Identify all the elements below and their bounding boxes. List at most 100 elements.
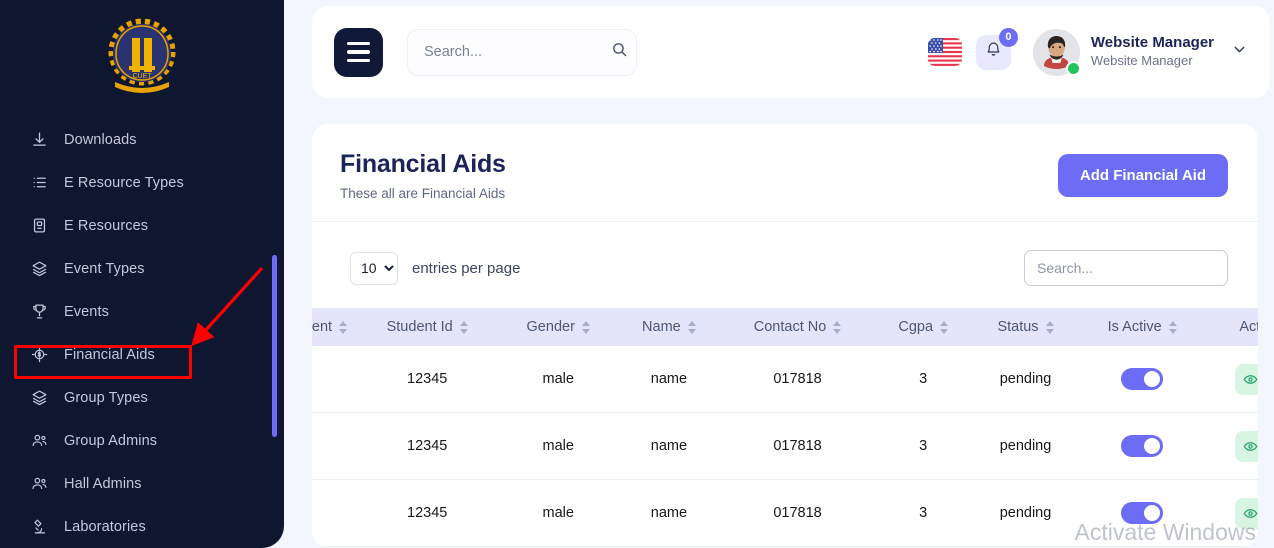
notifications-button[interactable]: 0 xyxy=(976,35,1011,70)
cell-name: name xyxy=(617,413,720,480)
sidebar-logo[interactable]: CUET xyxy=(0,0,284,118)
eye-icon xyxy=(1243,372,1258,387)
user-role: Website Manager xyxy=(1091,53,1214,70)
sidebar-item-label: Financial Aids xyxy=(64,347,155,363)
cell-name: name xyxy=(617,480,720,547)
card-header: Financial Aids These all are Financial A… xyxy=(312,124,1258,222)
cell-status: pending xyxy=(972,413,1079,480)
column-header-student-id[interactable]: Student Id xyxy=(355,308,499,346)
layers-icon xyxy=(30,260,48,278)
is-active-toggle[interactable] xyxy=(1121,368,1163,390)
sort-icon[interactable] xyxy=(460,321,468,334)
bell-icon xyxy=(985,41,1002,63)
cell-actions xyxy=(1205,413,1258,480)
view-row-button[interactable] xyxy=(1235,431,1258,462)
column-label: Cgpa xyxy=(898,319,933,335)
cell-contact-no: 017818 xyxy=(721,480,875,547)
cell-gender: male xyxy=(499,346,617,413)
column-header-department[interactable]: artment xyxy=(312,308,355,346)
cell-is-active xyxy=(1079,346,1205,413)
column-header-is-active[interactable]: Is Active xyxy=(1079,308,1205,346)
eye-icon xyxy=(1243,506,1258,521)
sidebar-item-laboratories[interactable]: Laboratories xyxy=(0,505,284,548)
table-scroll-container[interactable]: artment Student Id Gender Name Contact N… xyxy=(312,308,1258,547)
column-label: Is Active xyxy=(1108,319,1162,335)
app-root: CUET Downloads E Resource Types xyxy=(0,0,1274,548)
avatar[interactable] xyxy=(1033,29,1080,76)
sidebar-item-group-admins[interactable]: Group Admins xyxy=(0,419,284,462)
table-head: artment Student Id Gender Name Contact N… xyxy=(312,308,1258,346)
column-header-contact-no[interactable]: Contact No xyxy=(721,308,875,346)
add-financial-aid-button[interactable]: Add Financial Aid xyxy=(1058,154,1228,197)
sidebar-scrollbar[interactable] xyxy=(276,0,281,548)
cuet-crest-icon: CUET xyxy=(105,16,179,102)
dollar-target-icon xyxy=(30,346,48,364)
sidebar-item-e-resources[interactable]: E Resources xyxy=(0,204,284,247)
column-header-status[interactable]: Status xyxy=(972,308,1079,346)
is-active-toggle[interactable] xyxy=(1121,435,1163,457)
card-title-group: Financial Aids These all are Financial A… xyxy=(340,150,506,201)
hamburger-icon[interactable] xyxy=(334,28,383,77)
table-row[interactable]: 12345 male name 017818 3 pending xyxy=(312,346,1258,413)
chevron-down-icon[interactable] xyxy=(1231,41,1248,63)
sidebar-item-downloads[interactable]: Downloads xyxy=(0,118,284,161)
user-menu[interactable]: Website Manager Website Manager xyxy=(1033,29,1248,76)
sidebar-item-financial-aids[interactable]: Financial Aids xyxy=(0,333,284,376)
column-label: artment xyxy=(312,319,332,335)
view-row-button[interactable] xyxy=(1235,498,1258,529)
topbar-right: 0 xyxy=(928,29,1248,76)
sort-icon[interactable] xyxy=(582,321,590,334)
cell-department xyxy=(312,413,355,480)
toggle-knob xyxy=(1144,505,1160,521)
user-text: Website Manager Website Manager xyxy=(1091,34,1214,70)
sidebar-item-label: Group Admins xyxy=(64,433,157,449)
sidebar-item-group-types[interactable]: Group Types xyxy=(0,376,284,419)
download-icon xyxy=(30,131,48,149)
sidebar-item-event-types[interactable]: Event Types xyxy=(0,247,284,290)
column-header-cgpa[interactable]: Cgpa xyxy=(874,308,972,346)
column-label: Contact No xyxy=(754,319,827,335)
cell-contact-no: 017818 xyxy=(721,413,875,480)
sidebar-item-e-resource-types[interactable]: E Resource Types xyxy=(0,161,284,204)
sidebar-nav: Downloads E Resource Types E Resources E… xyxy=(0,118,284,548)
table-row[interactable]: 12345 male name 017818 3 pending xyxy=(312,480,1258,547)
cell-cgpa: 3 xyxy=(874,480,972,547)
global-search[interactable] xyxy=(407,29,637,76)
cell-gender: male xyxy=(499,480,617,547)
cell-department xyxy=(312,346,355,413)
search-input[interactable] xyxy=(424,44,611,60)
users-icon xyxy=(30,475,48,493)
book-icon xyxy=(30,217,48,235)
cell-student-id: 12345 xyxy=(355,480,499,547)
column-header-gender[interactable]: Gender xyxy=(499,308,617,346)
table-row[interactable]: 12345 male name 017818 3 pending xyxy=(312,413,1258,480)
sort-icon[interactable] xyxy=(833,321,841,334)
cell-actions xyxy=(1205,480,1258,547)
cell-cgpa: 3 xyxy=(874,413,972,480)
sidebar: CUET Downloads E Resource Types xyxy=(0,0,284,548)
column-header-name[interactable]: Name xyxy=(617,308,720,346)
list-icon xyxy=(30,174,48,192)
column-header-actions[interactable]: Actions xyxy=(1205,308,1258,346)
sort-icon[interactable] xyxy=(688,321,696,334)
is-active-toggle[interactable] xyxy=(1121,502,1163,524)
view-row-button[interactable] xyxy=(1235,364,1258,395)
notification-count-badge: 0 xyxy=(999,28,1018,47)
sort-icon[interactable] xyxy=(339,321,347,334)
sidebar-item-label: Event Types xyxy=(64,261,145,277)
user-name: Website Manager xyxy=(1091,34,1214,53)
sidebar-item-events[interactable]: Events xyxy=(0,290,284,333)
sort-icon[interactable] xyxy=(1169,321,1177,334)
cell-name: name xyxy=(617,346,720,413)
layers-icon xyxy=(30,389,48,407)
cell-student-id: 12345 xyxy=(355,413,499,480)
us-flag-icon[interactable] xyxy=(928,38,962,66)
sidebar-item-hall-admins[interactable]: Hall Admins xyxy=(0,462,284,505)
sidebar-scrollbar-thumb[interactable] xyxy=(272,255,277,437)
column-label: Status xyxy=(997,319,1038,335)
sort-icon[interactable] xyxy=(940,321,948,334)
online-status-dot xyxy=(1066,61,1081,76)
entries-per-page-select[interactable]: 10 25 50 100 xyxy=(350,252,398,285)
sort-icon[interactable] xyxy=(1046,321,1054,334)
table-search-input[interactable] xyxy=(1024,250,1228,286)
